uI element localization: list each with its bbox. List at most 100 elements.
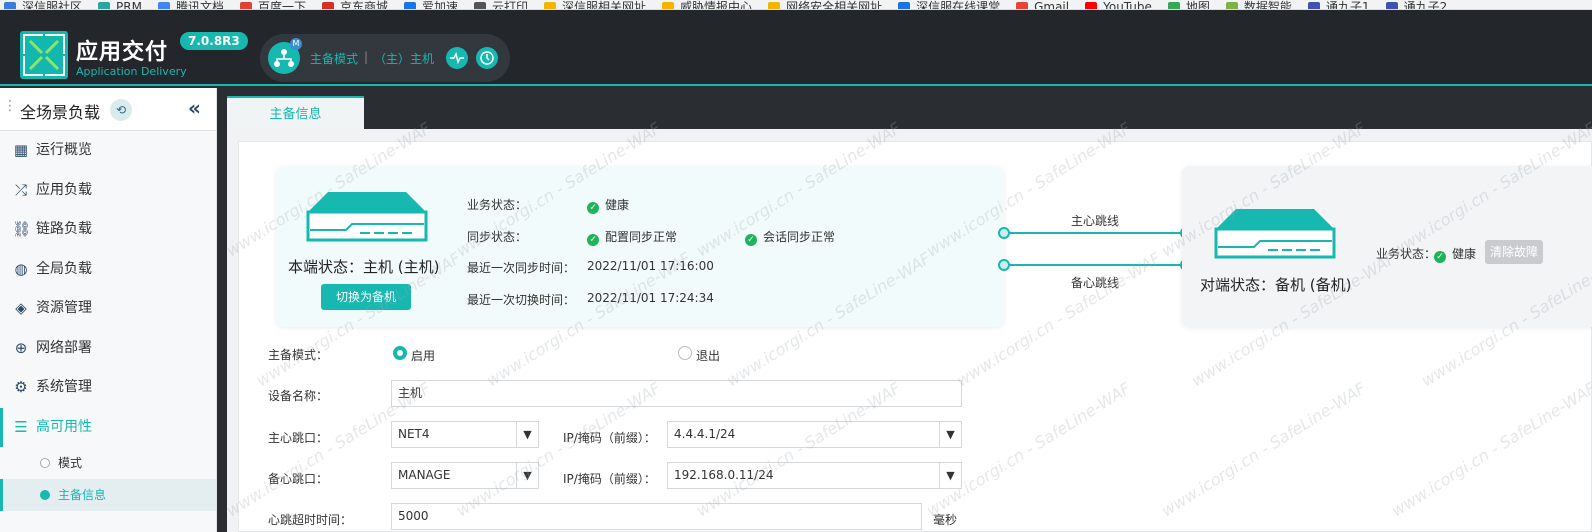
bookmark-label: 百度一下: [257, 0, 306, 10]
local-biz-status: ✓ 健康: [587, 196, 629, 214]
main-heartbeat-line: [1004, 232, 1186, 234]
sidebar-item-app-load[interactable]: ⤮ 应用负载: [0, 171, 216, 211]
ha-mode-enable-radio[interactable]: [393, 346, 407, 360]
session-sync-value: 会话同步正常: [763, 230, 836, 244]
bookmark-item[interactable]: Gmail: [1012, 0, 1070, 10]
bookmark-favicon-icon: [321, 1, 334, 9]
bookmark-favicon-icon: [1085, 1, 1098, 9]
backup-heartbeat-port-select[interactable]: MANAGE ▼: [391, 462, 539, 489]
sidebar-title: 全场景负载: [20, 103, 101, 122]
sidebar-item-label: 系统管理: [36, 379, 92, 395]
sidebar-item-overview[interactable]: ▦ 运行概览: [0, 131, 216, 171]
bookmark-item[interactable]: YouTube: [1081, 0, 1152, 10]
local-biz-status-value: 健康: [605, 198, 630, 212]
bookmark-item[interactable]: 通九子2: [1382, 0, 1448, 10]
heartbeat-icon[interactable]: [446, 47, 468, 69]
sidebar-subitem-label: 模式: [58, 456, 83, 470]
main-heartbeat-ip-value: 4.4.4.1/24: [674, 427, 736, 441]
bookmark-favicon-icon: [1307, 1, 1320, 9]
ha-mode-exit-radio[interactable]: [678, 346, 692, 360]
main-heartbeat-ip-label: IP/掩码（前缀）：: [563, 431, 656, 445]
clear-fault-button[interactable]: 清除故障: [1485, 240, 1543, 264]
sidebar-item-label: 网络部署: [36, 339, 92, 356]
bullet-icon: [40, 490, 50, 500]
backup-heartbeat-port-label: 备心跳口：: [268, 472, 329, 486]
backup-heartbeat-ip-select[interactable]: 192.168.0.11/24 ▼: [667, 462, 962, 489]
bookmark-item[interactable]: 深信服相关网址: [540, 0, 647, 10]
bookmark-label: PRM: [116, 0, 142, 10]
bookmark-label: 深信服相关网址: [562, 0, 647, 10]
ha-mode-exit-label: 退出: [696, 349, 721, 363]
bookmark-favicon-icon: [98, 1, 111, 9]
main-heartbeat-port-select[interactable]: NET4 ▼: [391, 421, 539, 448]
ha-mode-indicator[interactable]: M 主备模式 | （主）主机: [260, 34, 510, 82]
bookmark-item[interactable]: 腾讯文档: [154, 0, 224, 10]
peer-biz-status-value: 健康: [1452, 247, 1477, 261]
chevron-down-icon: ▼: [516, 463, 538, 488]
bookmark-label: 腾讯文档: [175, 0, 224, 10]
drag-grip-icon[interactable]: ⋮: [3, 98, 17, 114]
sync-status-icon[interactable]: [476, 47, 498, 69]
sidebar-item-resources[interactable]: ◈ 资源管理: [0, 289, 216, 329]
tab-bar: 主备信息: [227, 96, 1592, 129]
bookmark-item[interactable]: 京东商城: [318, 1, 388, 9]
sidebar: ⋮ 全场景负载 ⟲ « ▦ 运行概览 ⤮ 应用负载 ⛓ 链路负载 ◍ 全局负载 …: [0, 88, 217, 532]
heartbeat-timeout-input[interactable]: 5000: [391, 503, 922, 530]
sidebar-item-link-load[interactable]: ⛓ 链路负载: [0, 210, 216, 250]
bookmark-item[interactable]: 深信服在线课堂: [894, 1, 1000, 9]
sidebar-item-label: 链路负载: [36, 221, 92, 237]
local-status-title: 本端状态：主机 (主机): [288, 258, 440, 276]
sidebar-item-system[interactable]: ⚙ 系统管理: [0, 368, 216, 408]
last-switch-label: 最近一次切换时间：: [467, 293, 576, 307]
scene-switch-icon[interactable]: ⟲: [110, 99, 132, 121]
bookmark-favicon-icon: [1385, 1, 1398, 9]
sidebar-item-global-load[interactable]: ◍ 全局负载: [0, 250, 216, 290]
bookmark-item[interactable]: PRM: [94, 0, 142, 10]
ha-role-label: （主）主机: [374, 52, 435, 66]
chevron-down-icon: ▼: [939, 422, 961, 447]
bookmark-item[interactable]: 威胁情报中心: [658, 1, 752, 9]
bookmark-item[interactable]: 通九子1: [1304, 1, 1370, 9]
mode-badge: M: [290, 38, 302, 50]
sidebar-subitem-ha-info[interactable]: 主备信息: [0, 479, 216, 511]
bookmark-item[interactable]: 百度一下: [236, 0, 306, 10]
version-badge: 7.0.8R3: [180, 32, 248, 50]
bookmark-item[interactable]: 数据智能: [1222, 0, 1292, 10]
bookmark-label: 云打印: [492, 0, 529, 10]
sidebar-item-label: 高可用性: [36, 418, 92, 435]
main-heartbeat-ip-select[interactable]: 4.4.4.1/24 ▼: [667, 421, 962, 448]
bookmark-favicon-icon: [239, 1, 252, 9]
bookmark-item[interactable]: 网络安全相关网址: [764, 1, 882, 9]
backup-heartbeat-ip-value: 192.168.0.11/24: [674, 468, 774, 482]
mode-separator: |: [364, 50, 369, 64]
bookmark-favicon-icon: [662, 1, 675, 9]
bookmark-item[interactable]: 深信服社区: [0, 1, 82, 9]
bookmark-label: 通九子2: [1403, 0, 1448, 10]
app-subtitle: Application Delivery: [76, 65, 187, 78]
bookmark-item[interactable]: 云打印: [470, 0, 529, 10]
device-name-input[interactable]: 主机: [391, 380, 962, 407]
bookmark-favicon-icon: [157, 1, 170, 9]
sidebar-item-network[interactable]: ⊕ 网络部署: [0, 329, 216, 369]
sidebar-subitem-mode[interactable]: 模式: [0, 447, 216, 479]
bookmark-label: 地图: [1185, 0, 1210, 10]
bookmark-label: Gmail: [1034, 0, 1070, 10]
backup-heartbeat-ip-label: IP/掩码（前缀）：: [563, 472, 656, 486]
heartbeat-timeout-label: 心跳超时时间：: [268, 513, 353, 527]
switch-to-backup-button[interactable]: 切换为备机: [321, 284, 411, 310]
bookmark-item[interactable]: 地图: [1164, 0, 1210, 10]
app-title: 应用交付: [76, 40, 169, 65]
tab-ha-info[interactable]: 主备信息: [227, 96, 364, 129]
bookmark-label: 数据智能: [1243, 0, 1292, 10]
config-sync-value: 配置同步正常: [605, 230, 678, 244]
collapse-sidebar-icon[interactable]: «: [188, 96, 201, 120]
peer-biz-status: ✓ 健康: [1434, 245, 1476, 263]
bookmark-item[interactable]: 爱加速: [400, 1, 458, 9]
sidebar-item-high-availability[interactable]: ☰ 高可用性: [0, 407, 216, 447]
heartbeat-timeout-unit: 毫秒: [933, 513, 958, 527]
app-logo-icon: [20, 31, 68, 79]
link-node: [998, 227, 1010, 239]
ha-mode-label: 主备模式: [310, 52, 359, 66]
bookmark-label: YouTube: [1103, 0, 1152, 10]
bullet-icon: [40, 458, 50, 468]
